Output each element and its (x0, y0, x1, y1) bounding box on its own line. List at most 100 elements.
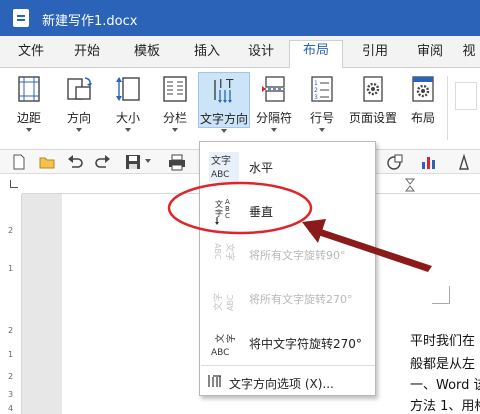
ruler-number: 2 (8, 226, 14, 235)
chevron-down-icon[interactable] (145, 159, 151, 163)
page-setup-button[interactable]: 页面设置 (346, 72, 400, 128)
tab-view[interactable]: 视 (458, 42, 480, 68)
menu-item-label: 将所有文字旋转90° (249, 249, 346, 262)
tab-layout[interactable]: 布局 (289, 40, 343, 69)
print-icon[interactable] (168, 153, 186, 171)
title-bar: 新建写作1.docx (0, 0, 480, 36)
svg-text:文字: 文字 (224, 243, 236, 261)
tab-selector[interactable] (10, 180, 18, 188)
svg-text:字: 字 (215, 208, 223, 218)
menu-item-text-direction-options[interactable]: 文字方向选项 (X)... (201, 368, 375, 394)
text-direction-options-icon (208, 375, 221, 387)
size-button[interactable]: 大小 (108, 72, 148, 132)
margins-icon (18, 76, 40, 102)
menu-item-horizontal[interactable]: 文字 ABC 水平 (201, 145, 375, 189)
text-color-icon[interactable] (455, 153, 473, 171)
columns-label: 分栏 (162, 111, 187, 125)
ruler-number: 1 (8, 350, 14, 359)
rotate-270-icon: 文字 ABC (212, 293, 235, 311)
redo-icon[interactable] (94, 153, 112, 171)
layout-settings-label: 布局 (410, 111, 435, 125)
size-label: 大小 (115, 111, 140, 125)
vertical-ruler: 2 1 2 1 2 3 4 (0, 194, 22, 414)
menu-item-rotate-90: 文字 ABC 将所有文字旋转90° (201, 233, 375, 277)
svg-text:ABC: ABC (226, 294, 235, 311)
orientation-label: 方向 (66, 111, 91, 125)
svg-text:文: 文 (214, 334, 226, 343)
text-direction-menu: 文字 ABC 水平 文 字 A B C 垂直 文字 ABC 将所有文字旋转90°… (199, 141, 376, 396)
chevron-down-icon (221, 129, 227, 133)
document-icon (13, 9, 29, 27)
menu-item-rotate-270: 文字 ABC 将所有文字旋转270° (201, 277, 375, 321)
svg-text:T: T (225, 77, 234, 91)
svg-text:1: 1 (314, 80, 318, 87)
chevron-down-icon (76, 128, 82, 132)
chevron-down-icon (172, 128, 178, 132)
svg-text:3: 3 (314, 94, 318, 101)
line-numbers-label: 行号 (309, 111, 334, 125)
text-direction-icon: I T (214, 77, 234, 103)
document-line[interactable]: 方法 1、用格 (410, 395, 480, 414)
tab-design[interactable]: 设计 (236, 42, 286, 68)
document-line[interactable]: 一、Word 该 (410, 374, 480, 393)
margin-corner-mark (432, 286, 450, 304)
open-folder-icon[interactable] (38, 153, 56, 171)
menu-item-rotate-cjk-270[interactable]: 文 字 ABC 将中文字符旋转270° (201, 321, 375, 365)
menu-item-label: 水平 (249, 161, 274, 175)
shape-icon[interactable] (386, 153, 404, 171)
breaks-button[interactable]: 分隔符 (254, 72, 294, 132)
ruler-number: 2 (8, 326, 14, 335)
svg-text:文字: 文字 (211, 154, 231, 167)
orientation-button[interactable]: 方向 (58, 72, 100, 132)
chevron-down-icon (26, 128, 32, 132)
page-size-icon (116, 77, 140, 101)
menu-item-label: 将所有文字旋转270° (249, 293, 353, 306)
menu-item-label: 将中文字符旋转270° (249, 337, 362, 351)
document-line[interactable]: 平时我们在 (410, 330, 475, 349)
ruler-number: 3 (8, 390, 14, 399)
svg-text:文: 文 (215, 199, 223, 209)
tab-review[interactable]: 审阅 (405, 42, 455, 68)
layout-settings-button[interactable]: 布局 (404, 72, 442, 128)
line-numbers-button[interactable]: 1 2 3 行号 (302, 72, 342, 132)
chevron-down-icon (271, 128, 277, 132)
tab-references[interactable]: 引用 (350, 42, 400, 68)
undo-icon[interactable] (66, 153, 84, 171)
tab-templates[interactable]: 模板 (120, 42, 174, 68)
svg-text:字: 字 (225, 334, 237, 343)
document-line[interactable]: 般都是从左 (410, 353, 475, 372)
chevron-down-icon (125, 128, 131, 132)
breaks-label: 分隔符 (255, 111, 292, 125)
tab-home[interactable]: 开始 (62, 42, 112, 68)
text-direction-button[interactable]: I T 文字方向 (198, 72, 250, 133)
chevron-down-icon (319, 128, 325, 132)
menu-item-vertical[interactable]: 文 字 A B C 垂直 (201, 189, 375, 233)
ribbon-layout: 边距 方向 大小 分栏 I T 文字方向 分隔符 1 2 3 行号 页面设置 布… (0, 68, 480, 150)
menu-item-label: 文字方向选项 (X)... (229, 377, 334, 391)
indent-marker-icon[interactable] (405, 178, 415, 192)
ruler-number: 1 (8, 264, 14, 273)
svg-text:ABC: ABC (213, 243, 222, 260)
tab-insert[interactable]: 插入 (180, 42, 234, 68)
svg-text:I: I (219, 77, 223, 91)
page-setup-label: 页面设置 (348, 111, 397, 125)
svg-text:ABC: ABC (211, 348, 229, 358)
rotate-90-icon: 文字 ABC (213, 243, 236, 261)
new-document-icon[interactable] (10, 153, 28, 171)
columns-button[interactable]: 分栏 (156, 72, 194, 132)
save-icon[interactable] (124, 153, 142, 171)
line-numbers-icon: 1 2 3 (311, 76, 333, 102)
rotate-cjk-270-icon: 文 字 ABC (211, 334, 237, 358)
breaks-icon (262, 76, 285, 102)
tab-file[interactable]: 文件 (8, 42, 54, 68)
columns-icon (163, 76, 187, 102)
menu-separator (201, 365, 375, 366)
menu-item-label: 垂直 (249, 205, 274, 219)
svg-text:文字: 文字 (212, 293, 224, 311)
chart-icon[interactable] (420, 153, 438, 171)
margins-label: 边距 (16, 111, 41, 125)
layout-settings-icon (412, 76, 434, 102)
ruler-number: 4 (8, 404, 14, 413)
svg-text:C: C (225, 212, 230, 220)
margins-button[interactable]: 边距 (8, 72, 50, 132)
